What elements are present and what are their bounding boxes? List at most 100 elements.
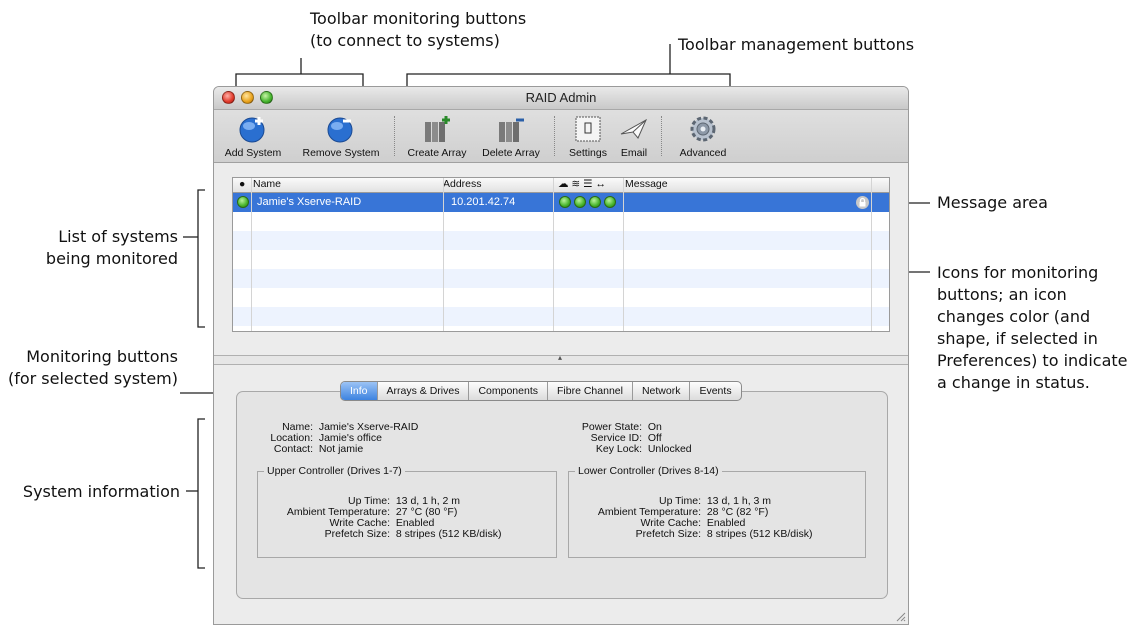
callout-icons-monitoring: Icons for monitoring buttons; an icon ch… (937, 262, 1127, 394)
resize-grip-icon[interactable] (894, 610, 906, 622)
lower-controller-group: Lower Controller (Drives 8-14) Up Time: … (568, 465, 866, 558)
info-panel: Name: Jamie's Xserve-RAID Location: Jami… (236, 391, 888, 599)
callout-monitoring-buttons: Monitoring buttons (for selected system) (0, 346, 178, 390)
callout-text: buttons; an icon (937, 285, 1067, 304)
callout-text: a change in status. (937, 373, 1090, 392)
callout-text: (to connect to systems) (310, 31, 500, 50)
add-system-button[interactable]: Add System (218, 114, 288, 159)
title-bar[interactable]: RAID Admin (214, 87, 908, 110)
splitter-handle-icon[interactable]: ▴ (558, 353, 562, 362)
info-value: 8 stripes (512 KB/disk) (706, 528, 813, 540)
tab-fibre-channel[interactable]: Fibre Channel (548, 382, 633, 400)
systems-list[interactable]: ● Name Address ☁ ≋ ☰ ↔ Message Jamie's X… (232, 177, 890, 332)
column-divider (623, 178, 624, 331)
address-column-header[interactable]: Address (443, 178, 482, 190)
toolbar: Add System Remove System Create Array De… (214, 110, 908, 163)
info-label: Prefetch Size: (635, 528, 701, 540)
system-info-right: Power State: On Service ID: Off Key Lock… (557, 422, 692, 455)
delete-array-icon (499, 118, 524, 142)
toolbar-label: Email (620, 147, 648, 159)
lock-icon[interactable] (856, 196, 869, 209)
email-button[interactable]: Email (614, 114, 654, 159)
empty-row (233, 288, 889, 307)
info-value: Not jamie (318, 443, 364, 455)
toolbar-separator (394, 116, 395, 156)
message-column-header[interactable]: Message (625, 178, 668, 190)
empty-row (233, 269, 889, 288)
advanced-gear-icon (690, 116, 716, 142)
tab-arrays-drives[interactable]: Arrays & Drives (378, 382, 470, 400)
info-value: 8 stripes (512 KB/disk) (395, 528, 502, 540)
window-title: RAID Admin (525, 90, 597, 105)
callout-text: Icons for monitoring (937, 263, 1099, 282)
callout-list-of-systems: List of systems being monitored (20, 226, 178, 270)
tab-events[interactable]: Events (690, 382, 740, 400)
info-label: Contact: (273, 443, 313, 455)
tab-components[interactable]: Components (469, 382, 548, 400)
toolbar-label: Delete Array (482, 147, 540, 159)
callout-toolbar-monitoring: Toolbar monitoring buttons (to connect t… (310, 8, 526, 52)
empty-row (233, 212, 889, 231)
raid-admin-window: RAID Admin Add System Remove System Crea… (213, 86, 909, 625)
email-icon (620, 118, 648, 139)
toolbar-label: Settings (569, 147, 607, 159)
monitor-status-icon[interactable] (559, 196, 571, 208)
remove-system-icon (327, 117, 353, 143)
table-row[interactable]: Jamie's Xserve-RAID 10.201.42.74 (233, 193, 889, 212)
callout-toolbar-management: Toolbar management buttons (678, 34, 914, 56)
callout-text: (for selected system) (7, 369, 178, 388)
callout-text: shape, if selected in (937, 329, 1098, 348)
callout-system-information: System information (0, 481, 180, 503)
delete-array-button[interactable]: Delete Array (476, 114, 546, 159)
monitor-icons-column-header[interactable]: ☁ ≋ ☰ ↔ (558, 178, 606, 190)
monitoring-tabs: Info Arrays & Drives Components Fibre Ch… (340, 381, 742, 401)
monitor-status-icon[interactable] (604, 196, 616, 208)
tab-info[interactable]: Info (341, 382, 378, 400)
toolbar-label: Create Array (407, 147, 467, 159)
monitor-status-icon[interactable] (574, 196, 586, 208)
callout-text: List of systems (58, 227, 178, 246)
remove-system-button[interactable]: Remove System (298, 114, 384, 159)
settings-icon (575, 116, 601, 142)
toolbar-label: Advanced (679, 147, 727, 159)
info-label: Key Lock: (595, 443, 642, 455)
column-divider (871, 178, 872, 331)
toolbar-label: Add System (224, 147, 282, 159)
advanced-button[interactable]: Advanced (670, 114, 736, 159)
callout-text: Message area (937, 193, 1048, 212)
system-info-left: Name: Jamie's Xserve-RAID Location: Jami… (255, 422, 418, 455)
lower-controller-details: Up Time: 13 d, 1 h, 3 m Ambient Temperat… (569, 496, 813, 540)
status-light (237, 196, 249, 208)
callout-text: Monitoring buttons (26, 347, 178, 366)
callout-text: Toolbar management buttons (678, 35, 915, 54)
settings-button[interactable]: Settings (564, 114, 612, 159)
callout-text: Toolbar monitoring buttons (310, 9, 527, 28)
upper-controller-group: Upper Controller (Drives 1-7) Up Time: 1… (257, 465, 557, 558)
info-label: Prefetch Size: (324, 528, 390, 540)
split-view-divider[interactable]: ▴ (214, 353, 908, 365)
empty-row (233, 307, 889, 326)
empty-row (233, 231, 889, 250)
create-array-icon (425, 116, 450, 142)
callout-text: Preferences) to indicate (937, 351, 1128, 370)
toolbar-label: Remove System (302, 147, 380, 159)
empty-row (233, 250, 889, 269)
column-divider (553, 178, 554, 331)
status-column-header[interactable]: ● (239, 178, 245, 190)
toolbar-separator (554, 116, 555, 156)
column-divider (443, 178, 444, 331)
callout-message-area: Message area (937, 192, 1048, 214)
system-name: Jamie's Xserve-RAID (257, 196, 362, 208)
info-value: Unlocked (647, 443, 692, 455)
group-title: Upper Controller (Drives 1-7) (264, 465, 405, 477)
list-header: ● Name Address ☁ ≋ ☰ ↔ Message (233, 178, 889, 193)
add-system-icon (239, 117, 265, 143)
create-array-button[interactable]: Create Array (402, 114, 472, 159)
callout-text: being monitored (45, 249, 178, 268)
monitor-status-icon[interactable] (589, 196, 601, 208)
upper-controller-details: Up Time: 13 d, 1 h, 2 m Ambient Temperat… (258, 496, 502, 540)
group-title: Lower Controller (Drives 8-14) (575, 465, 722, 477)
tab-network[interactable]: Network (633, 382, 691, 400)
toolbar-separator (661, 116, 662, 156)
name-column-header[interactable]: Name (253, 178, 281, 190)
